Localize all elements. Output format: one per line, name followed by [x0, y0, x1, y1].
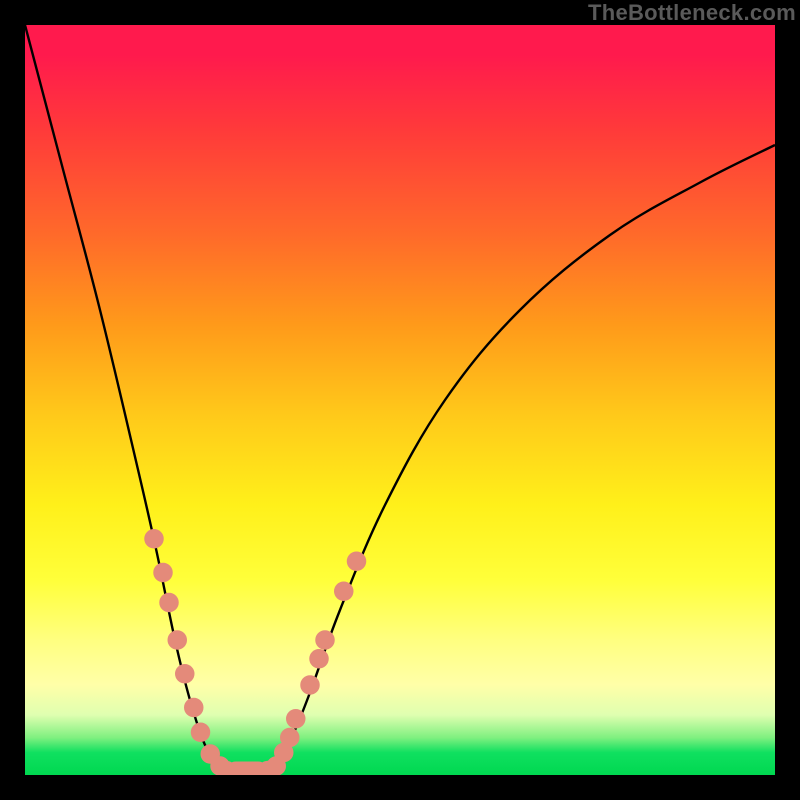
dots-left-group — [144, 529, 230, 775]
data-dot — [159, 593, 179, 613]
data-dot — [309, 649, 329, 669]
curve-left — [25, 25, 228, 775]
data-dot — [191, 723, 211, 743]
data-dot — [347, 552, 367, 572]
data-dot — [334, 582, 354, 602]
data-dot — [144, 529, 164, 549]
data-dot — [315, 630, 335, 650]
data-dot — [286, 709, 306, 729]
data-dot — [184, 698, 204, 718]
dots-right-group — [267, 552, 367, 776]
data-dot — [175, 664, 195, 684]
data-dot — [168, 630, 188, 650]
watermark-text: TheBottleneck.com — [588, 0, 796, 26]
data-dot — [153, 563, 173, 583]
data-dot — [280, 728, 300, 748]
curves-svg — [25, 25, 775, 775]
data-dot — [300, 675, 320, 695]
plot-area — [25, 25, 775, 775]
valley-blob — [216, 761, 279, 775]
outer-frame: TheBottleneck.com — [0, 0, 800, 800]
curve-right — [265, 145, 775, 775]
